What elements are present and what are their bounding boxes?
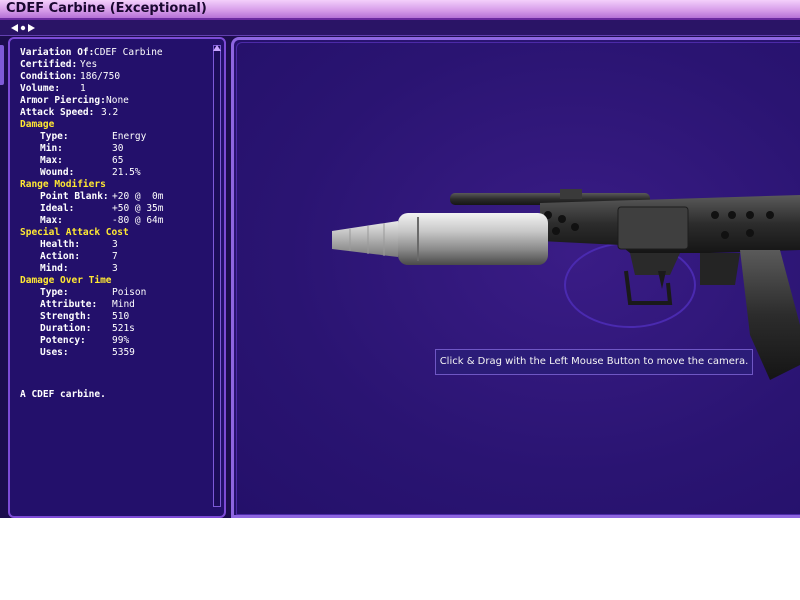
stat-row-dot-uses: Uses: 5359 <box>20 347 215 359</box>
stat-label: Attribute: <box>40 299 98 310</box>
stat-value: Poison <box>112 287 147 298</box>
stat-row-damage-wound: Wound: 21.5% <box>20 167 215 179</box>
stat-label: Duration: <box>40 323 92 334</box>
stat-row-dot-duration: Duration: 521s <box>20 323 215 335</box>
item-examine-window: CDEF Carbine (Exceptional) Variation Of:… <box>0 0 800 518</box>
trigger <box>658 271 666 289</box>
stat-row-dot-type: Type: Poison <box>20 287 215 299</box>
stat-row-certified: Certified: Yes <box>20 59 215 71</box>
stat-value: 1 <box>80 83 86 94</box>
stat-value: 186/750 <box>80 71 121 82</box>
left-right-arrows-icon[interactable] <box>10 22 36 34</box>
stat-label: Mind: <box>40 263 69 274</box>
muzzle <box>332 221 398 257</box>
stat-label: Max: <box>40 155 63 166</box>
stat-row-cost-mind: Mind: 3 <box>20 263 215 275</box>
stat-row-damage-type: Type: Energy <box>20 131 215 143</box>
window-title: CDEF Carbine (Exceptional) <box>6 1 207 16</box>
section-header-special-attack-cost: Special Attack Cost <box>20 227 129 238</box>
stat-label: Attack Speed: <box>20 107 95 118</box>
stat-label: Certified: <box>20 59 78 70</box>
stat-value: +50 @ 35m <box>112 203 164 214</box>
item-description: A CDEF carbine. <box>20 389 106 400</box>
stat-row-condition: Condition: 186/750 <box>20 71 215 83</box>
stat-row-volume: Volume: 1 <box>20 83 215 95</box>
stat-label: Volume: <box>20 83 61 94</box>
stat-row-dot-potency: Potency: 99% <box>20 335 215 347</box>
stat-value: Mind <box>112 299 135 310</box>
stat-label: Potency: <box>40 335 86 346</box>
stat-row-range-point-blank: Point Blank: +20 @ 0m <box>20 191 215 203</box>
title-bar[interactable]: CDEF Carbine (Exceptional) <box>0 0 800 20</box>
attributes-list: Variation Of: CDEF Carbine Certified: Ye… <box>20 47 215 359</box>
stat-row-damage-max: Max: 65 <box>20 155 215 167</box>
stat-value: 510 <box>112 311 130 322</box>
stat-value: Yes <box>80 59 98 70</box>
camera-hint-tooltip: Click & Drag with the Left Mouse Button … <box>435 349 753 375</box>
stat-row-range-max: Max: -80 @ 64m <box>20 215 215 227</box>
section-header-damage: Damage <box>20 119 55 130</box>
stat-label: Uses: <box>40 347 69 358</box>
stat-row-attack-speed: Attack Speed: 3.2 <box>20 107 215 119</box>
stat-value: 7 <box>112 251 118 262</box>
stat-label: Strength: <box>40 311 92 322</box>
stat-label: Type: <box>40 287 69 298</box>
stat-row-dot-attribute: Attribute: Mind <box>20 299 215 311</box>
stat-value: 5359 <box>112 347 135 358</box>
stat-row-dot-strength: Strength: 510 <box>20 311 215 323</box>
stat-row-armor-piercing: Armor Piercing: None <box>20 95 215 107</box>
section-header-range-modifiers: Range Modifiers <box>20 179 106 190</box>
stat-row-variation: Variation Of: CDEF Carbine <box>20 47 215 59</box>
stat-label: Health: <box>40 239 81 250</box>
stat-value: +20 @ 0m <box>112 191 164 202</box>
stat-value: 521s <box>112 323 135 334</box>
stat-value: 3 <box>112 239 118 250</box>
stat-label: Min: <box>40 143 63 154</box>
attributes-panel: Variation Of: CDEF Carbine Certified: Ye… <box>8 37 226 518</box>
stat-label: Action: <box>40 251 81 262</box>
stat-label: Variation Of: <box>20 47 95 58</box>
section-header-damage-over-time: Damage Over Time <box>20 275 112 286</box>
stat-row-range-ideal: Ideal: +50 @ 35m <box>20 203 215 215</box>
stat-label: Point Blank: <box>40 191 109 202</box>
stat-row-cost-action: Action: 7 <box>20 251 215 263</box>
stat-label: Armor Piercing: <box>20 95 106 106</box>
stat-value: Energy <box>112 131 147 142</box>
stat-value: 3 <box>112 263 118 274</box>
stat-value: 30 <box>112 143 124 154</box>
stat-value: 99% <box>112 335 130 346</box>
stat-label: Condition: <box>20 71 78 82</box>
title-strip <box>0 20 800 36</box>
stat-value: CDEF Carbine <box>94 47 163 58</box>
stat-label: Type: <box>40 131 69 142</box>
stat-value: 21.5% <box>112 167 141 178</box>
stat-row-damage-min: Min: 30 <box>20 143 215 155</box>
stat-value: None <box>106 95 129 106</box>
stat-label: Ideal: <box>40 203 75 214</box>
silencer <box>398 213 548 265</box>
stat-row-cost-health: Health: 3 <box>20 239 215 251</box>
stat-label: Wound: <box>40 167 75 178</box>
stat-label: Max: <box>40 215 63 226</box>
panel-resize-handle[interactable] <box>0 45 4 85</box>
stat-value: -80 @ 64m <box>112 215 164 226</box>
stat-value: 65 <box>112 155 124 166</box>
stat-value: 3.2 <box>101 107 119 118</box>
